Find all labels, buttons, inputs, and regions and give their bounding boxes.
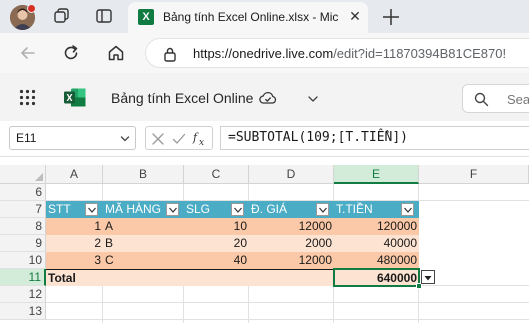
- row-header-11[interactable]: 11: [0, 269, 46, 286]
- svg-text:x: x: [199, 138, 204, 147]
- table-cell[interactable]: 12000: [249, 218, 334, 235]
- header-label: STT: [48, 202, 71, 216]
- column-header-f[interactable]: F: [419, 165, 529, 184]
- table-cell[interactable]: 20: [184, 235, 249, 252]
- chevron-down-icon[interactable]: [120, 134, 130, 144]
- url-text[interactable]: https://onedrive.live.com/edit?id=118703…: [193, 46, 506, 61]
- total-function-dropdown[interactable]: [421, 270, 435, 284]
- select-all-icon: [35, 173, 43, 181]
- chevron-down-icon: [88, 207, 96, 213]
- search-input[interactable]: Sea: [462, 84, 529, 113]
- column-header-e[interactable]: E: [334, 165, 419, 184]
- new-tab-button[interactable]: [380, 6, 402, 28]
- caret-down-icon: [424, 276, 432, 281]
- app-launcher-icon[interactable]: [19, 89, 36, 106]
- filter-dropdown-ma-hang[interactable]: [166, 203, 179, 216]
- formula-actions: fx: [145, 126, 213, 150]
- filter-dropdown-slg[interactable]: [231, 203, 244, 216]
- excel-tab-icon: X: [138, 9, 154, 25]
- tab-title: Bảng tính Excel Online.xlsx - Micro: [163, 10, 338, 24]
- chevron-down-icon: [234, 207, 242, 213]
- column-header-d[interactable]: D: [249, 165, 334, 184]
- table-cell[interactable]: 40: [184, 252, 249, 269]
- enter-icon[interactable]: [171, 131, 187, 147]
- chevron-down-icon: [404, 207, 412, 213]
- table-cell[interactable]: 2000: [249, 235, 334, 252]
- name-box[interactable]: E11: [9, 126, 136, 150]
- notification-dot: [27, 4, 36, 13]
- header-label: Đ. GIÁ: [251, 202, 288, 216]
- gridline: [46, 302, 529, 303]
- workspaces-icon[interactable]: [53, 7, 71, 25]
- search-icon: [474, 92, 489, 107]
- row-header-13[interactable]: 13: [0, 303, 46, 320]
- navigation-bar: https://onedrive.live.com/edit?id=118703…: [0, 33, 529, 73]
- table-cell[interactable]: B: [103, 235, 184, 252]
- table-cell[interactable]: 120000: [334, 218, 419, 235]
- close-icon[interactable]: ✕: [346, 7, 364, 25]
- tab-actions-icon[interactable]: [95, 7, 113, 25]
- total-label-cell[interactable]: Total: [46, 269, 334, 286]
- header-label: SLG: [186, 202, 211, 216]
- name-box-value: E11: [16, 131, 37, 145]
- document-title[interactable]: Bảng tính Excel Online: [111, 90, 253, 106]
- filter-dropdown-stt[interactable]: [85, 203, 98, 216]
- address-bar[interactable]: https://onedrive.live.com/edit?id=118703…: [145, 38, 529, 68]
- home-icon[interactable]: [106, 43, 126, 63]
- chevron-down-icon: [169, 207, 177, 213]
- filter-dropdown-thanh-tien[interactable]: [401, 203, 414, 216]
- back-icon[interactable]: [18, 43, 38, 63]
- table-cell[interactable]: 3: [46, 252, 103, 269]
- row-header-10[interactable]: 10: [0, 252, 46, 269]
- column-header-a[interactable]: A: [46, 165, 103, 184]
- gridline: [46, 319, 529, 320]
- chevron-down-icon: [319, 207, 327, 213]
- table-cell[interactable]: 12000: [249, 252, 334, 269]
- select-all-corner[interactable]: [0, 165, 46, 184]
- search-placeholder: Sea: [507, 92, 529, 107]
- refresh-icon[interactable]: [61, 43, 81, 63]
- tab-active[interactable]: X Bảng tính Excel Online.xlsx - Micro ✕: [128, 2, 368, 33]
- table-cell[interactable]: A: [103, 218, 184, 235]
- formula-input[interactable]: =SUBTOTAL(109;[T.TIỀN]): [220, 126, 529, 150]
- table-cell[interactable]: C: [103, 252, 184, 269]
- header-label: MÃ HÀNG: [105, 202, 162, 216]
- table-cell[interactable]: 10: [184, 218, 249, 235]
- tab-strip: X Bảng tính Excel Online.xlsx - Micro ✕: [0, 0, 529, 33]
- table-cell[interactable]: 2: [46, 235, 103, 252]
- svg-text:f: f: [192, 131, 199, 144]
- row-header-12[interactable]: 12: [0, 286, 46, 303]
- lock-icon[interactable]: [162, 46, 178, 62]
- excel-logo-icon[interactable]: [64, 88, 86, 107]
- insert-function-icon[interactable]: fx: [192, 131, 210, 148]
- row-header-7[interactable]: 7: [0, 201, 46, 218]
- url-path: /edit?id=11870394B81CE870!: [333, 46, 507, 61]
- browser-window: X Bảng tính Excel Online.xlsx - Micro ✕ …: [0, 0, 529, 323]
- row-header-9[interactable]: 9: [0, 235, 46, 252]
- formula-text: =SUBTOTAL(109;[T.TIỀN]): [228, 130, 409, 145]
- url-host: https://onedrive.live.com: [193, 46, 334, 61]
- table-cell[interactable]: 480000: [334, 252, 419, 269]
- row-header-8[interactable]: 8: [0, 218, 46, 235]
- header-label: T.TIỀN: [336, 202, 373, 216]
- row-header-6[interactable]: 6: [0, 184, 46, 201]
- table-cell[interactable]: 1: [46, 218, 103, 235]
- filter-dropdown-don-gia[interactable]: [316, 203, 329, 216]
- active-cell-border: [333, 268, 420, 287]
- table-cell[interactable]: 40000: [334, 235, 419, 252]
- cloud-saved-icon[interactable]: [259, 90, 277, 106]
- cancel-icon[interactable]: [150, 131, 166, 147]
- column-header-b[interactable]: B: [103, 165, 184, 184]
- column-header-c[interactable]: C: [184, 165, 249, 184]
- chevron-down-icon[interactable]: [307, 92, 319, 104]
